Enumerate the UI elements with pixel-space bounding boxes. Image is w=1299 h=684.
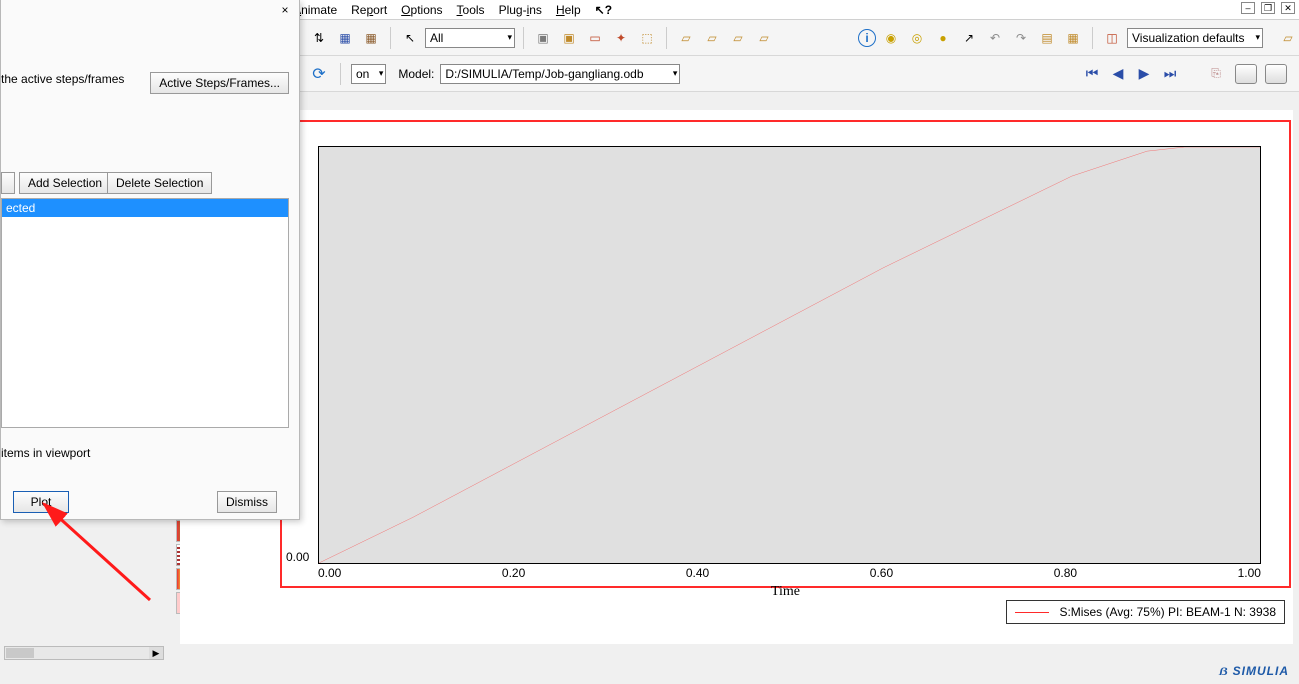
active-steps-button[interactable]: Active Steps/Frames... [150,72,289,94]
redo-icon[interactable]: ↷ [1010,27,1032,49]
grid2-icon[interactable]: ▦ [360,27,382,49]
menu-help[interactable]: Help [556,3,581,17]
delete-selection-button[interactable]: Delete Selection [107,172,212,194]
module-label: on [356,67,369,81]
select-box-icon[interactable]: ▣ [532,27,554,49]
node-icon[interactable]: ✦ [610,27,632,49]
refresh-icon[interactable]: ⟳ [308,63,330,85]
window-controls: – ❐ ✕ [1241,2,1295,14]
viewport-items-label: items in viewport [1,446,90,460]
camera2-button[interactable] [1265,64,1287,84]
plot-line [319,147,1260,563]
info-icon[interactable]: i [858,29,876,47]
wire4-icon[interactable]: ▱ [753,27,775,49]
model-path-combo[interactable]: D:/SIMULIA/Temp/Job-gangliang.odb [440,64,680,84]
menu-report[interactable]: Report [351,3,387,17]
plot-area [318,146,1261,564]
box-small-icon[interactable]: ▱ [1277,27,1299,49]
vis-def-label: Visualization defaults [1132,31,1245,45]
xy-data-dialog: × the active steps/frames Active Steps/F… [0,0,300,520]
layers-icon[interactable]: ▦ [1062,27,1084,49]
x-axis-title: Time [282,584,1289,600]
x-ticks: 0.00 0.20 0.40 0.60 0.80 1.00 [318,566,1261,580]
circ3-icon[interactable]: ● [932,27,954,49]
wire2-icon[interactable]: ▱ [701,27,723,49]
x-tick: 0.20 [502,566,525,580]
first-frame-button[interactable]: ⏮ [1083,66,1101,82]
camera1-button[interactable] [1235,64,1257,84]
minimize-button[interactable]: – [1241,2,1255,14]
y-tick-0: 0.00 [286,550,309,564]
tree-scrollbar[interactable]: ▶ [4,646,164,660]
prev-frame-button[interactable]: ◀ [1109,66,1127,82]
x-tick: 0.60 [870,566,893,580]
stack-icon[interactable]: ▤ [1036,27,1058,49]
simulia-branding: ẞSIMULIA [1219,662,1289,680]
module-combo[interactable]: on [351,64,386,84]
close-button[interactable]: ✕ [1281,2,1295,14]
chart-annotation-box: 0.00 0.00 0.20 0.40 0.60 0.80 1.00 Time [280,120,1291,588]
x-tick: 0.40 [686,566,709,580]
playback-controls: ⏮ ◀ ▶ ⏭ ⎘ [1083,63,1287,85]
maximize-button[interactable]: ❐ [1261,2,1275,14]
query-combo-label: All [430,31,443,45]
pointer-icon[interactable]: ↖ [399,27,421,49]
undo-icon[interactable]: ↶ [984,27,1006,49]
menu-whatsthis[interactable]: ↖? [595,3,612,17]
wire3-icon[interactable]: ▱ [727,27,749,49]
cube1-icon[interactable]: ⬚ [636,27,658,49]
query-combo[interactable]: All [425,28,515,48]
x-tick: 0.00 [318,566,341,580]
model-path-text: D:/SIMULIA/Temp/Job-gangliang.odb [445,67,643,81]
circ1-icon[interactable]: ◉ [880,27,902,49]
plot-button[interactable]: Plot [13,491,69,513]
menu-plugins[interactable]: Plug-ins [499,3,542,17]
colors-icon[interactable]: ◫ [1101,27,1123,49]
legend-text: S:Mises (Avg: 75%) PI: BEAM-1 N: 3938 [1059,605,1276,619]
selection-listbox[interactable]: ected [1,198,289,428]
select-boxes-icon[interactable]: ▣ [558,27,580,49]
model-label: Model: [398,67,434,81]
menu-tools[interactable]: Tools [457,3,485,17]
menu-options[interactable]: Options [401,3,442,17]
wire1-icon[interactable]: ▱ [675,27,697,49]
x-tick: 0.80 [1054,566,1077,580]
n-button[interactable] [1,172,15,194]
chart-legend: S:Mises (Avg: 75%) PI: BEAM-1 N: 3938 [1006,600,1285,624]
dismiss-button[interactable]: Dismiss [217,491,277,513]
sort-icon[interactable]: ⇅ [308,27,330,49]
next-frame-button[interactable]: ▶ [1135,66,1153,82]
rect-icon[interactable]: ▭ [584,27,606,49]
add-selection-button[interactable]: Add Selection [19,172,111,194]
x-tick: 1.00 [1238,566,1261,580]
dialog-close-icon[interactable]: × [275,2,295,20]
visualization-defaults-combo[interactable]: Visualization defaults [1127,28,1263,48]
list-item[interactable]: ected [2,199,288,217]
pick-icon[interactable]: ↗ [958,27,980,49]
grid1-icon[interactable]: ▦ [334,27,356,49]
legend-line-swatch [1015,612,1049,613]
circ2-icon[interactable]: ◎ [906,27,928,49]
last-frame-button[interactable]: ⏭ [1161,66,1179,82]
link-views-icon[interactable]: ⎘ [1205,63,1227,85]
